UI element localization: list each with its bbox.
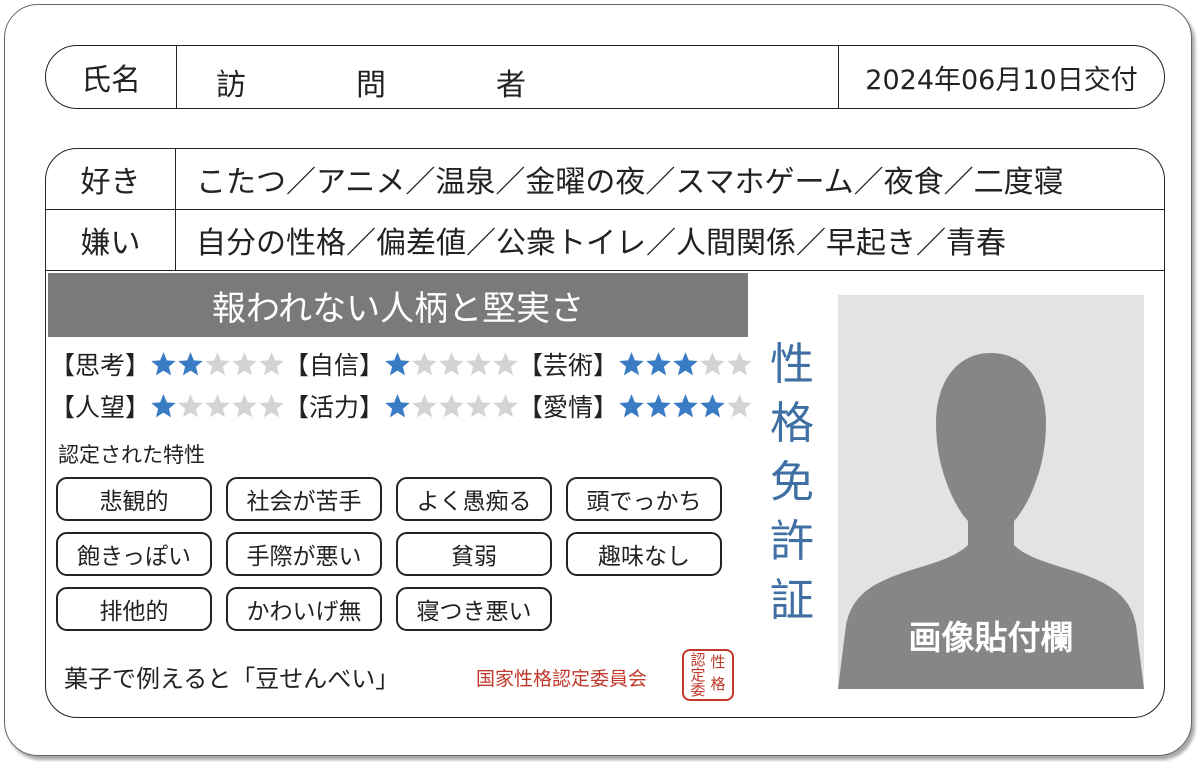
stat-confidence: 【自信】 [284, 347, 519, 381]
dislikes-label: 嫌い [46, 210, 176, 270]
trait-tag: 貧弱 [396, 532, 552, 576]
star-rating [384, 393, 519, 419]
star-filled-icon [178, 352, 203, 376]
star-empty-icon [727, 352, 752, 376]
license-title: 性 格 免 許 証 [766, 335, 818, 630]
issue-date: 2024年06月10日交付 [838, 46, 1164, 108]
star-filled-icon [646, 352, 671, 376]
star-filled-icon [673, 394, 698, 418]
star-empty-icon [439, 394, 464, 418]
star-rating [618, 393, 753, 419]
star-empty-icon [727, 394, 752, 418]
star-filled-icon [151, 394, 176, 418]
name-char: 訪 [216, 68, 246, 103]
main-panel: 好き こたつ／アニメ／温泉／金曜の夜／スマホゲーム／夜食／二度寝 嫌い 自分の性… [45, 148, 1165, 718]
name-value: 訪 問 者 [176, 46, 838, 108]
likes-row: 好き こたつ／アニメ／温泉／金曜の夜／スマホゲーム／夜食／二度寝 [46, 149, 1164, 210]
seal-char: 委 [690, 681, 706, 699]
star-empty-icon [466, 394, 491, 418]
star-filled-icon [151, 352, 176, 376]
star-filled-icon [673, 352, 698, 376]
star-empty-icon [493, 352, 518, 376]
star-filled-icon [619, 394, 644, 418]
trait-tag: 趣味なし [566, 532, 722, 576]
trait-tag: 悲観的 [56, 477, 212, 521]
star-filled-icon [700, 394, 725, 418]
trait-tag: よく愚痴る [396, 477, 552, 521]
title-char: 免 [770, 457, 814, 508]
photo-label: 画像貼付欄 [908, 618, 1074, 657]
star-empty-icon [232, 394, 257, 418]
stat-label: 【芸術】 [518, 351, 619, 380]
traits-heading: 認定された特性 [58, 443, 205, 467]
likes-value: こたつ／アニメ／温泉／金曜の夜／スマホゲーム／夜食／二度寝 [196, 165, 1064, 200]
trait-tag: 飽きっぽい [56, 532, 212, 576]
star-filled-icon [646, 394, 671, 418]
stat-label: 【活力】 [284, 393, 385, 422]
star-empty-icon [178, 394, 203, 418]
likes-label: 好き [46, 149, 176, 209]
star-filled-icon [619, 352, 644, 376]
stat-label: 【思考】 [50, 351, 151, 380]
star-rating [150, 351, 285, 377]
seal-stamp: 性 格 認 定 委 [682, 649, 734, 701]
trait-tag: 社会が苦手 [226, 477, 382, 521]
name-row: 氏名 訪 問 者 2024年06月10日交付 [45, 45, 1165, 109]
star-rating [150, 393, 285, 419]
trait-tag: 頭でっかち [566, 477, 722, 521]
star-empty-icon [205, 394, 230, 418]
star-empty-icon [205, 352, 230, 376]
trait-tag: 排他的 [56, 587, 212, 631]
stat-vitality: 【活力】 [284, 389, 519, 423]
name-char: 者 [496, 68, 526, 103]
star-empty-icon [232, 352, 257, 376]
name-label: 氏名 [46, 46, 177, 108]
star-rating [384, 351, 519, 377]
stat-popularity: 【人望】 [50, 389, 285, 423]
stat-label: 【人望】 [50, 393, 151, 422]
license-card: 氏名 訪 問 者 2024年06月10日交付 好き こたつ／アニメ／温泉／金曜の… [4, 4, 1192, 756]
stat-affection: 【愛情】 [518, 389, 753, 423]
trait-tag: 寝つき悪い [396, 587, 552, 631]
stat-art: 【芸術】 [518, 347, 753, 381]
star-empty-icon [412, 394, 437, 418]
star-empty-icon [700, 352, 725, 376]
star-empty-icon [259, 394, 284, 418]
dislikes-value: 自分の性格／偏差値／公衆トイレ／人間関係／早起き／青春 [196, 226, 1006, 261]
dislikes-row: 嫌い 自分の性格／偏差値／公衆トイレ／人間関係／早起き／青春 [46, 210, 1164, 271]
star-empty-icon [259, 352, 284, 376]
seal-char: 性 [710, 653, 726, 671]
snack-comparison: 菓子で例えると「豆せんべい」 [64, 665, 400, 693]
stats-grid: 【思考】 【自信】 【芸術】 【人望】 【活力】 【愛情】 [50, 347, 753, 427]
star-empty-icon [466, 352, 491, 376]
star-empty-icon [439, 352, 464, 376]
star-empty-icon [493, 394, 518, 418]
title-char: 格 [770, 398, 814, 449]
photo-area: 画像貼付欄 [838, 295, 1144, 689]
stat-label: 【自信】 [284, 351, 385, 380]
star-filled-icon [385, 394, 410, 418]
star-filled-icon [385, 352, 410, 376]
title-char: 証 [770, 575, 814, 626]
personality-banner: 報われない人柄と堅実さ [48, 273, 748, 337]
trait-tag: 手際が悪い [226, 532, 382, 576]
seal-char: 格 [710, 675, 726, 693]
star-rating [618, 351, 753, 377]
title-char: 許 [770, 516, 814, 567]
stat-label: 【愛情】 [518, 393, 619, 422]
title-char: 性 [770, 339, 814, 390]
name-char: 問 [356, 68, 386, 103]
trait-tag: かわいげ無 [226, 587, 382, 631]
stat-thinking: 【思考】 [50, 347, 285, 381]
star-empty-icon [412, 352, 437, 376]
committee-name: 国家性格認定委員会 [476, 668, 648, 690]
